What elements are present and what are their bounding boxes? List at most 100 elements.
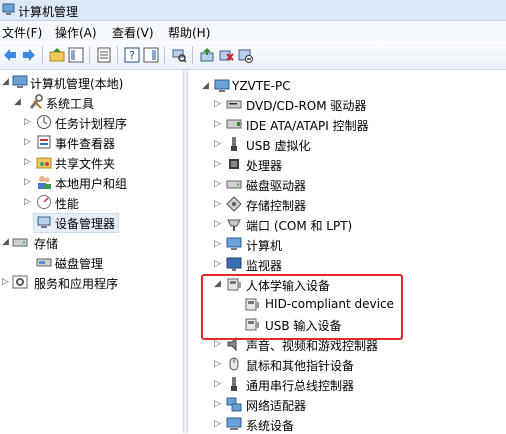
- uninstall-icon[interactable]: [218, 47, 234, 63]
- tree-label: 共享文件夹: [55, 157, 116, 171]
- disable-device-icon[interactable]: [237, 47, 253, 63]
- help-icon[interactable]: ?: [124, 47, 140, 63]
- device-category-processors[interactable]: ▷ 处理器: [188, 154, 506, 174]
- expand-arrow-icon[interactable]: ▷: [24, 176, 34, 188]
- port-icon: [227, 219, 241, 231]
- tree-item-storage[interactable]: ◢ 存储: [0, 232, 183, 252]
- tree-item-event-viewer[interactable]: ▷ 事件查看器: [0, 132, 183, 152]
- clock-icon: [37, 115, 51, 129]
- device-category-monitors[interactable]: ▷ 监视器: [188, 254, 506, 274]
- expand-arrow-icon[interactable]: ▷: [2, 276, 12, 288]
- collapse-arrow-icon[interactable]: ◢: [2, 76, 12, 88]
- expand-arrow-icon[interactable]: ▷: [214, 138, 224, 150]
- ide-controller-icon: [226, 119, 242, 129]
- computer-management-icon: [12, 75, 28, 88]
- monitor-icon: [226, 257, 242, 271]
- menu-action[interactable]: 操作(A): [55, 24, 97, 41]
- properties-icon[interactable]: [96, 47, 112, 63]
- menu-file[interactable]: 文件(F): [2, 24, 42, 41]
- tree-label: IDE ATA/ATAPI 控制器: [246, 119, 369, 133]
- usb-plug-icon: [231, 377, 237, 391]
- device-category-mice[interactable]: ▷ 鼠标和其他指针设备: [188, 354, 506, 374]
- device-tree-root[interactable]: ◢ YZVTE-PC: [188, 76, 506, 96]
- shared-folder-icon: [36, 157, 52, 169]
- device-category-network-adapters[interactable]: ▷ 网络适配器: [188, 394, 506, 414]
- tree-item-services-applications[interactable]: ▷ 服务和应用程序: [0, 272, 183, 292]
- action-pane-icon[interactable]: [143, 47, 159, 63]
- show-hide-tree-icon[interactable]: [68, 47, 84, 63]
- tree-label: 鼠标和其他指针设备: [246, 359, 355, 373]
- tree-item-shared-folders[interactable]: ▷ 共享文件夹: [0, 152, 183, 172]
- expand-arrow-icon[interactable]: ▷: [214, 378, 224, 390]
- svg-text:?: ?: [129, 49, 135, 62]
- device-category-ide[interactable]: ▷ IDE ATA/ATAPI 控制器: [188, 114, 506, 134]
- users-icon: [38, 176, 51, 189]
- collapse-arrow-icon[interactable]: ◢: [202, 80, 212, 92]
- tree-label: 计算机管理(本地): [30, 77, 124, 91]
- disk-management-icon: [36, 258, 52, 267]
- title-bar: 计算机管理: [0, 0, 506, 21]
- expand-arrow-icon[interactable]: ▷: [214, 198, 224, 210]
- device-category-dvd[interactable]: ▷ DVD/CD-ROM 驱动器: [188, 94, 506, 114]
- tree-item-performance[interactable]: ▷ 性能: [0, 192, 183, 212]
- device-category-usb-controllers[interactable]: ▷ 通用串行总线控制器: [188, 374, 506, 394]
- expand-arrow-icon[interactable]: ▷: [214, 398, 224, 410]
- tree-label: 磁盘驱动器: [246, 179, 307, 193]
- collapse-arrow-icon[interactable]: ◢: [14, 96, 24, 108]
- tree-label: 本地用户和组: [55, 177, 128, 191]
- window-title: 计算机管理: [18, 5, 79, 19]
- expand-arrow-icon[interactable]: ▷: [214, 238, 224, 250]
- tree-item-local-users-groups[interactable]: ▷ 本地用户和组: [0, 172, 183, 192]
- tree-item-device-manager[interactable]: 设备管理器: [0, 212, 183, 232]
- up-folder-icon[interactable]: [49, 47, 65, 63]
- tree-item-system-tools[interactable]: ◢ 系统工具: [0, 92, 183, 112]
- expand-arrow-icon[interactable]: ▷: [24, 156, 34, 168]
- system-device-icon: [226, 417, 242, 430]
- device-category-usb-virtualization[interactable]: ▷ USB 虚拟化: [188, 134, 506, 154]
- back-arrow-icon[interactable]: [2, 47, 18, 63]
- tree-label: 磁盘管理: [55, 257, 104, 271]
- tree-root-computer-management[interactable]: ◢ 计算机管理(本地): [0, 72, 183, 92]
- tree-label: 设备管理器: [55, 217, 116, 231]
- storage-icon: [12, 238, 28, 247]
- expand-arrow-icon[interactable]: ▷: [214, 218, 224, 230]
- expand-arrow-icon[interactable]: ▷: [214, 358, 224, 370]
- mouse-icon: [229, 357, 239, 371]
- expand-arrow-icon[interactable]: ▷: [24, 136, 34, 148]
- device-category-disk-drives[interactable]: ▷ 磁盘驱动器: [188, 174, 506, 194]
- tree-label: 端口 (COM 和 LPT): [246, 219, 353, 233]
- tree-label: 事件查看器: [55, 137, 116, 151]
- tree-label: 计算机: [246, 239, 283, 253]
- computer-icon: [226, 237, 242, 250]
- forward-arrow-icon[interactable]: [21, 47, 37, 63]
- expand-arrow-icon[interactable]: ▷: [214, 98, 224, 110]
- update-driver-icon[interactable]: [199, 47, 215, 63]
- device-category-computer[interactable]: ▷ 计算机: [188, 234, 506, 254]
- menu-view[interactable]: 查看(V): [112, 24, 154, 41]
- tree-label: 服务和应用程序: [34, 277, 119, 291]
- tree-item-disk-management[interactable]: 磁盘管理: [0, 252, 183, 272]
- tree-item-task-scheduler[interactable]: ▷ 任务计划程序: [0, 112, 183, 132]
- storage-controller-icon: [226, 196, 242, 212]
- expand-arrow-icon[interactable]: ▷: [214, 158, 224, 170]
- expand-arrow-icon[interactable]: ▷: [214, 418, 224, 430]
- annotation-highlight-box: [201, 274, 403, 340]
- tree-label: YZVTE-PC: [232, 79, 291, 93]
- tree-label: 存储控制器: [246, 199, 307, 213]
- expand-arrow-icon[interactable]: ▷: [24, 116, 34, 128]
- menu-bar: 文件(F) 操作(A) 查看(V) 帮助(H): [0, 21, 506, 41]
- expand-arrow-icon[interactable]: ▷: [214, 178, 224, 190]
- device-tree: ◢ YZVTE-PC ▷ DVD/CD-ROM 驱动器 ▷ IDE ATA/AT…: [188, 70, 506, 433]
- menu-help[interactable]: 帮助(H): [168, 24, 210, 41]
- collapse-arrow-icon[interactable]: ◢: [2, 236, 12, 248]
- computer-management-icon: [2, 3, 15, 15]
- tree-label: 任务计划程序: [55, 117, 128, 131]
- scan-hardware-icon[interactable]: [171, 47, 187, 63]
- expand-arrow-icon[interactable]: ▷: [214, 258, 224, 270]
- device-category-ports[interactable]: ▷ 端口 (COM 和 LPT): [188, 214, 506, 234]
- expand-arrow-icon[interactable]: ▷: [214, 118, 224, 130]
- device-category-system-devices[interactable]: ▷ 系统设备: [188, 414, 506, 434]
- device-category-storage-controllers[interactable]: ▷ 存储控制器: [188, 194, 506, 214]
- tree-label: 处理器: [246, 159, 283, 173]
- expand-arrow-icon[interactable]: ▷: [24, 196, 34, 208]
